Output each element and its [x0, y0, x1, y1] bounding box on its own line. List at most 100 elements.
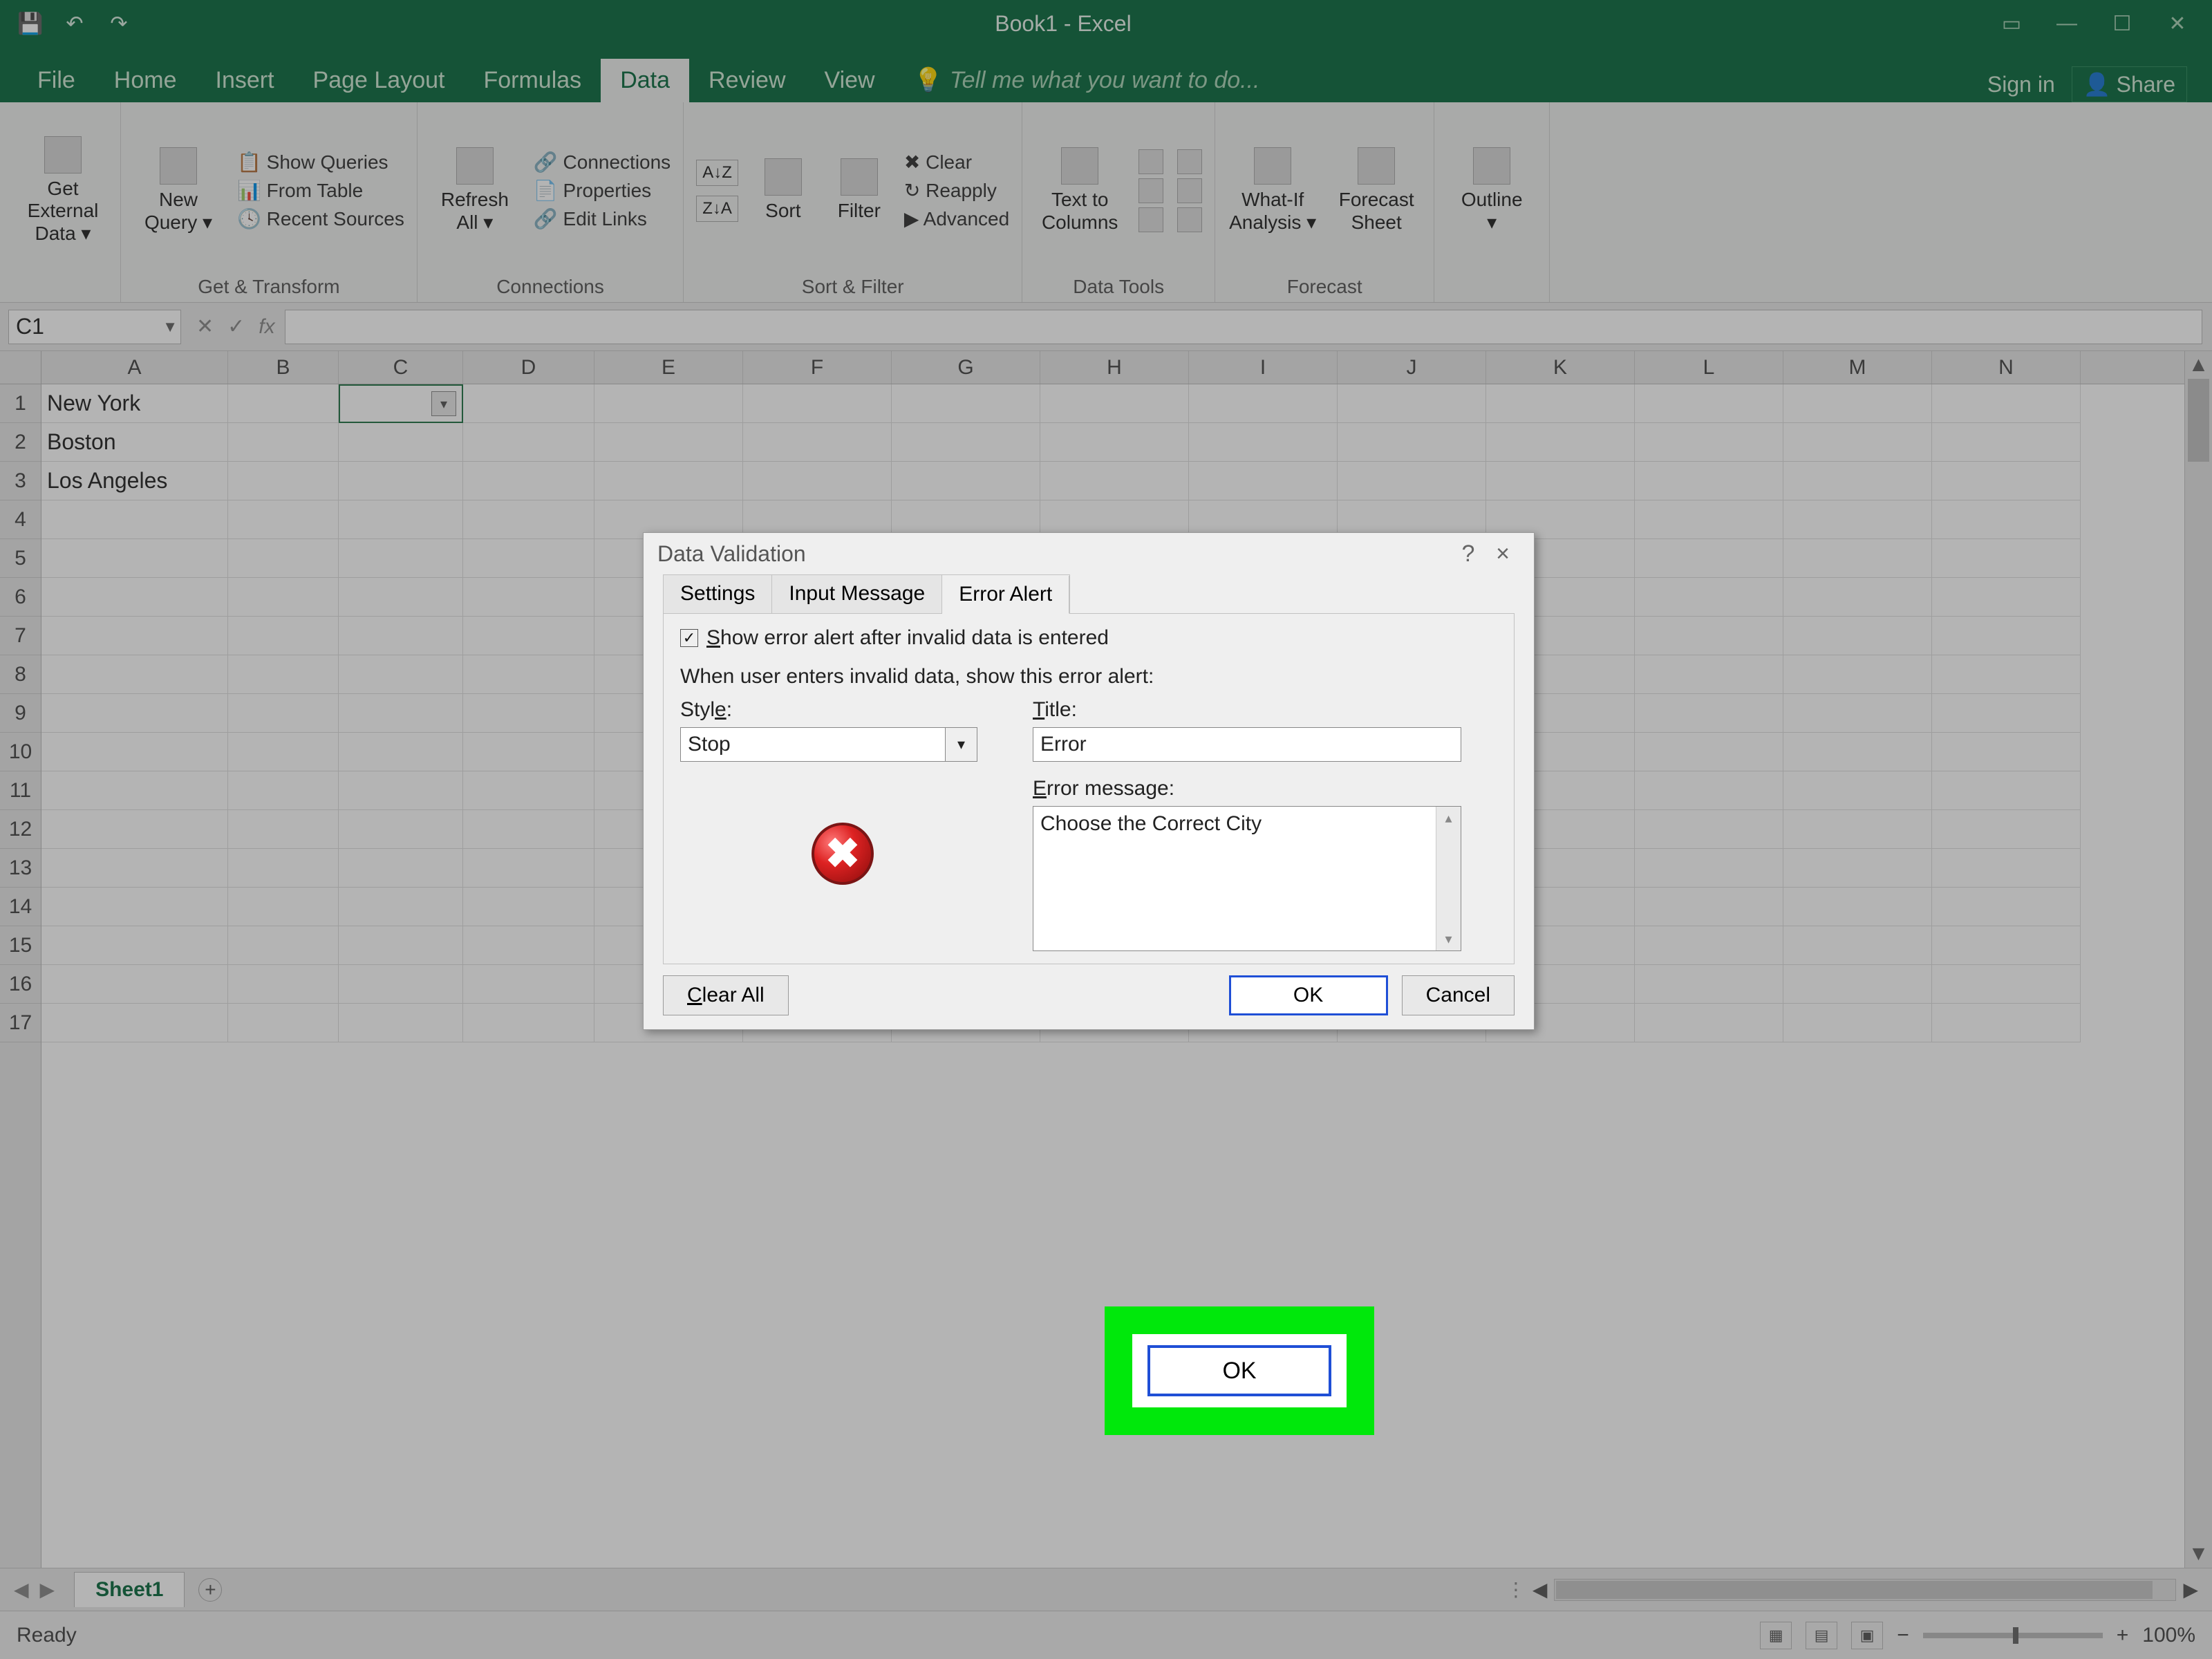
cell-M16[interactable] [1783, 965, 1932, 1004]
sort-za-icon[interactable]: Z↓A [696, 196, 738, 222]
cell-L10[interactable] [1635, 733, 1783, 771]
cell-M10[interactable] [1783, 733, 1932, 771]
cell-B1[interactable] [228, 384, 339, 423]
cell-J3[interactable] [1338, 462, 1486, 500]
data-validation-icon[interactable] [1138, 207, 1163, 232]
cell-F2[interactable] [743, 423, 892, 462]
column-header-K[interactable]: K [1486, 351, 1635, 384]
cell-C16[interactable] [339, 965, 463, 1004]
fx-icon[interactable]: fx [259, 315, 274, 339]
cell-M13[interactable] [1783, 849, 1932, 888]
cell-G1[interactable] [892, 384, 1040, 423]
dialog-tab-settings[interactable]: Settings [664, 575, 772, 613]
clear-all-button[interactable]: Clear All [663, 975, 789, 1015]
cell-C2[interactable] [339, 423, 463, 462]
cell-B2[interactable] [228, 423, 339, 462]
cell-M3[interactable] [1783, 462, 1932, 500]
redo-icon[interactable]: ↷ [105, 10, 133, 37]
dialog-tab-error-alert[interactable]: Error Alert [942, 576, 1069, 614]
cell-D6[interactable] [463, 578, 594, 617]
cell-M9[interactable] [1783, 694, 1932, 733]
cell-B5[interactable] [228, 539, 339, 578]
style-select[interactable]: Stop ▾ [680, 727, 977, 762]
cell-D3[interactable] [463, 462, 594, 500]
sort-button[interactable]: Sort [752, 158, 814, 222]
cell-C7[interactable] [339, 617, 463, 655]
ribbon-options-icon[interactable]: ▭ [1998, 10, 2025, 37]
hscroll-thumb[interactable] [1556, 1581, 2152, 1599]
cell-I2[interactable] [1189, 423, 1338, 462]
cell-L5[interactable] [1635, 539, 1783, 578]
cell-B8[interactable] [228, 655, 339, 694]
cell-K1[interactable] [1486, 384, 1635, 423]
cell-B15[interactable] [228, 926, 339, 965]
tab-insert[interactable]: Insert [196, 59, 294, 102]
cell-D12[interactable] [463, 810, 594, 849]
cell-L13[interactable] [1635, 849, 1783, 888]
ok-button[interactable]: OK [1229, 975, 1388, 1015]
vertical-scrollbar[interactable]: ▲ ▼ [2184, 351, 2212, 1568]
reapply-button[interactable]: ↻ Reapply [904, 179, 1009, 202]
forecast-sheet-button[interactable]: Forecast Sheet [1331, 147, 1421, 233]
column-header-J[interactable]: J [1338, 351, 1486, 384]
cell-C15[interactable] [339, 926, 463, 965]
cell-G2[interactable] [892, 423, 1040, 462]
cell-K3[interactable] [1486, 462, 1635, 500]
tab-page-layout[interactable]: Page Layout [294, 59, 465, 102]
sort-az-icon[interactable]: A↓Z [696, 160, 738, 186]
column-header-E[interactable]: E [594, 351, 743, 384]
show-error-alert-checkbox[interactable]: ✓ Show error alert after invalid data is… [680, 626, 1497, 650]
cell-N6[interactable] [1932, 578, 2081, 617]
cell-C17[interactable] [339, 1004, 463, 1042]
cell-E2[interactable] [594, 423, 743, 462]
zoom-slider[interactable] [1923, 1633, 2103, 1638]
cancel-formula-icon[interactable]: ✕ [196, 315, 214, 339]
get-external-data-button[interactable]: Get External Data ▾ [18, 136, 108, 245]
cell-L14[interactable] [1635, 888, 1783, 926]
cell-A2[interactable]: Boston [41, 423, 228, 462]
view-page-layout-icon[interactable]: ▤ [1806, 1622, 1837, 1649]
cell-N13[interactable] [1932, 849, 2081, 888]
edit-links-button[interactable]: 🔗 Edit Links [534, 207, 671, 230]
cell-L8[interactable] [1635, 655, 1783, 694]
cell-L2[interactable] [1635, 423, 1783, 462]
column-header-B[interactable]: B [228, 351, 339, 384]
cell-M7[interactable] [1783, 617, 1932, 655]
cell-L7[interactable] [1635, 617, 1783, 655]
cell-D1[interactable] [463, 384, 594, 423]
cell-M4[interactable] [1783, 500, 1932, 539]
cell-J1[interactable] [1338, 384, 1486, 423]
column-header-H[interactable]: H [1040, 351, 1189, 384]
cell-A17[interactable] [41, 1004, 228, 1042]
select-all-corner[interactable] [0, 351, 41, 384]
tab-view[interactable]: View [805, 59, 894, 102]
column-header-A[interactable]: A [41, 351, 228, 384]
flash-fill-icon[interactable] [1138, 149, 1163, 174]
cell-A12[interactable] [41, 810, 228, 849]
cell-M17[interactable] [1783, 1004, 1932, 1042]
chevron-down-icon[interactable]: ▼ [162, 318, 178, 336]
cell-B12[interactable] [228, 810, 339, 849]
cell-D11[interactable] [463, 771, 594, 810]
cell-A8[interactable] [41, 655, 228, 694]
recent-sources-button[interactable]: 🕓 Recent Sources [237, 207, 404, 230]
cell-D13[interactable] [463, 849, 594, 888]
enter-formula-icon[interactable]: ✓ [227, 315, 245, 339]
cell-D5[interactable] [463, 539, 594, 578]
consolidate-icon[interactable] [1177, 149, 1202, 174]
hscroll-left-icon[interactable]: ◀ [1533, 1578, 1548, 1601]
cell-N4[interactable] [1932, 500, 2081, 539]
cell-C13[interactable] [339, 849, 463, 888]
cell-I3[interactable] [1189, 462, 1338, 500]
cell-N17[interactable] [1932, 1004, 2081, 1042]
cell-C14[interactable] [339, 888, 463, 926]
cell-B3[interactable] [228, 462, 339, 500]
tab-file[interactable]: File [18, 59, 95, 102]
clear-button[interactable]: ✖ Clear [904, 151, 1009, 174]
cell-L16[interactable] [1635, 965, 1783, 1004]
column-header-M[interactable]: M [1783, 351, 1932, 384]
row-header-6[interactable]: 6 [0, 578, 41, 617]
remove-duplicates-icon[interactable] [1138, 178, 1163, 203]
maximize-icon[interactable]: ☐ [2108, 10, 2136, 37]
cell-C8[interactable] [339, 655, 463, 694]
